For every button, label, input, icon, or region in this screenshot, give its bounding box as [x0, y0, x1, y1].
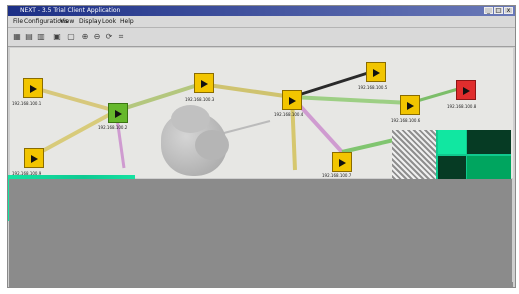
node-8-label: 192.168.100.8 [447, 104, 477, 109]
node-7[interactable] [332, 152, 352, 172]
cloud-link[interactable] [223, 120, 271, 134]
title-bar: NEXT - 3.5 Trial Client Application _ □ … [8, 6, 515, 16]
node-7-label: 192.168.100.7 [322, 173, 352, 178]
minimize-button[interactable]: _ [484, 7, 493, 14]
overlay-right-block [392, 130, 511, 186]
open-icon[interactable]: ▤ [24, 31, 34, 42]
node-3[interactable] [194, 73, 214, 93]
node-6-label: 192.168.100.6 [391, 118, 421, 123]
zoom-in-icon[interactable]: ⊕ [80, 31, 90, 42]
node-9[interactable] [24, 148, 44, 168]
menu-display[interactable]: Display [79, 17, 101, 26]
status-bar [10, 282, 513, 287]
menu-bar: File Configurations View Display Look He… [8, 16, 515, 28]
new-icon[interactable]: ▦ [12, 31, 22, 42]
node-5[interactable] [366, 62, 386, 82]
node-2[interactable] [108, 103, 128, 123]
link-3[interactable] [200, 82, 293, 99]
save-icon[interactable]: ▥ [36, 31, 46, 42]
refresh-icon[interactable]: ⟳ [104, 31, 114, 42]
menu-look[interactable]: Look [102, 17, 116, 26]
close-button[interactable]: x [504, 7, 513, 14]
node-2-label: 192.168.100.2 [98, 125, 128, 130]
menu-view[interactable]: View [60, 17, 74, 26]
node-6[interactable] [400, 95, 420, 115]
node-5-label: 192.168.100.5 [358, 85, 388, 90]
zoom-out-icon[interactable]: ⊖ [92, 31, 102, 42]
node-1-label: 192.168.100.1 [12, 101, 42, 106]
node-4[interactable] [282, 90, 302, 110]
maximize-button[interactable]: □ [494, 7, 503, 14]
copy-icon[interactable]: ▢ [66, 31, 76, 42]
application-window: NEXT - 3.5 Trial Client Application _ □ … [7, 5, 516, 288]
link-8[interactable] [341, 138, 395, 154]
menu-help[interactable]: Help [120, 17, 134, 26]
node-3-label: 192.168.100.3 [185, 97, 215, 102]
block-a [438, 130, 466, 154]
node-4-label: 192.168.100.4 [274, 112, 304, 117]
link-9[interactable] [36, 109, 117, 156]
block-b [467, 130, 511, 154]
link-1[interactable] [33, 86, 117, 113]
toolbar: ▦ ▤ ▥ ▣ ▢ ⊕ ⊖ ⟳ ⌗ [8, 28, 515, 47]
pattern-block [392, 130, 436, 186]
node-8[interactable] [456, 80, 476, 100]
network-cloud[interactable] [161, 105, 229, 176]
link-5[interactable] [291, 95, 411, 105]
layout-icon[interactable]: ⌗ [116, 31, 126, 42]
bottom-panel [9, 179, 512, 287]
menu-file[interactable]: File [13, 17, 23, 26]
print-icon[interactable]: ▣ [52, 31, 62, 42]
node-1[interactable] [23, 78, 43, 98]
window-title: NEXT - 3.5 Trial Client Application [20, 7, 121, 14]
